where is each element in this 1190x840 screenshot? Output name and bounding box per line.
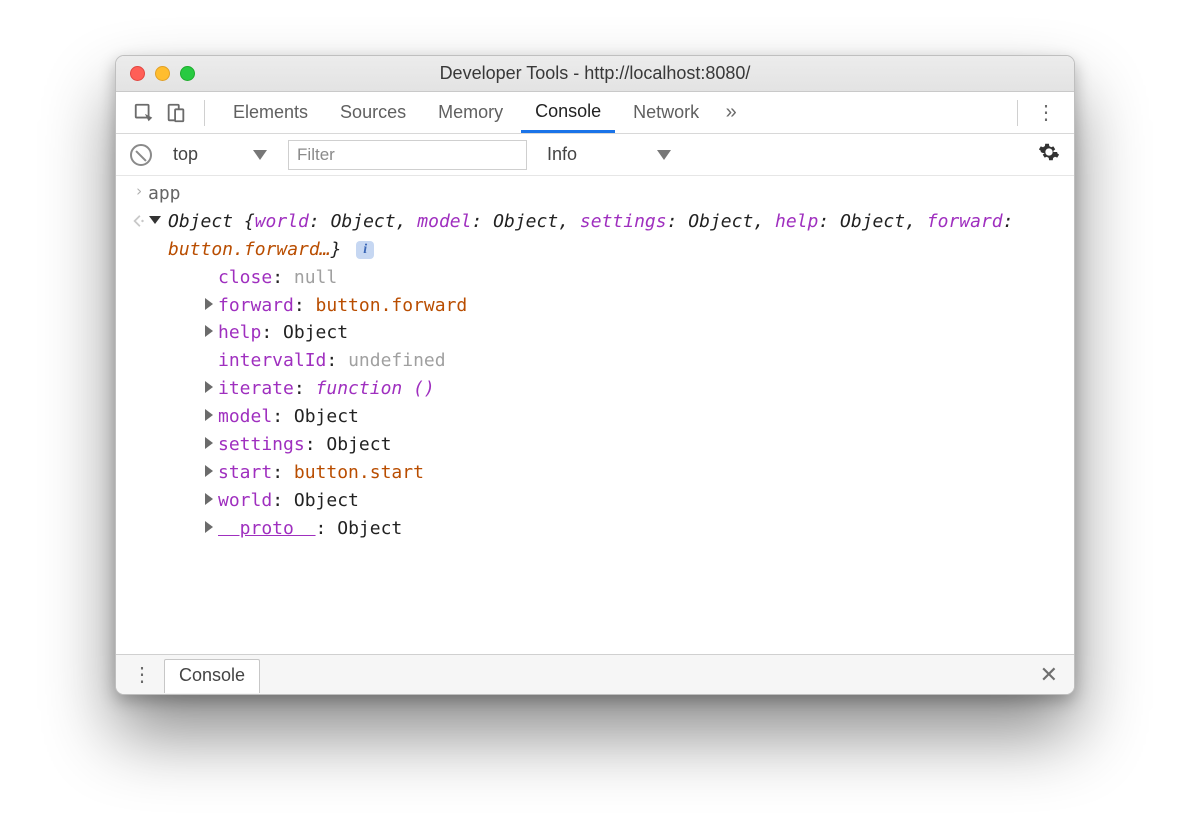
expand-toggle-icon[interactable]: [202, 375, 216, 393]
output-chevron-icon: [130, 208, 148, 235]
tab-sources[interactable]: Sources: [326, 92, 420, 133]
traffic-lights: [116, 66, 195, 81]
object-summary[interactable]: Object {world: Object, model: Object, se…: [168, 208, 1060, 264]
drawer-close-icon[interactable]: ✕: [1034, 662, 1064, 688]
expand-toggle-icon[interactable]: [202, 403, 216, 421]
zoom-window-button[interactable]: [180, 66, 195, 81]
drawer: ⋮ Console ✕: [116, 654, 1074, 694]
divider: [204, 100, 205, 126]
expand-toggle-icon[interactable]: [202, 292, 216, 310]
object-expand-toggle[interactable]: [148, 208, 162, 224]
tab-network[interactable]: Network: [619, 92, 713, 133]
titlebar: Developer Tools - http://localhost:8080/: [116, 56, 1074, 92]
property-text: forward: button.forward: [218, 292, 467, 320]
divider: [1017, 100, 1018, 126]
console-input-row: › app: [116, 180, 1074, 208]
clear-console-icon[interactable]: [130, 144, 152, 166]
expand-toggle-icon[interactable]: [202, 319, 216, 337]
tab-label: Memory: [438, 102, 503, 123]
expand-toggle-icon[interactable]: [202, 515, 216, 533]
property-row[interactable]: forward: button.forward: [196, 292, 1060, 320]
property-text: proto : Object: [218, 515, 402, 543]
tab-label: Network: [633, 102, 699, 123]
property-row[interactable]: close: null: [196, 264, 1060, 292]
tab-label: Console: [535, 101, 601, 122]
property-text: model: Object: [218, 403, 359, 431]
tab-label: Elements: [233, 102, 308, 123]
property-text: iterate: function (): [218, 375, 435, 403]
tab-label: Sources: [340, 102, 406, 123]
info-badge-icon[interactable]: i: [356, 241, 374, 259]
object-property-tree: close: nullforward: button.forwardhelp: …: [148, 264, 1060, 543]
property-text: close: null: [218, 264, 337, 292]
input-chevron-icon: ›: [130, 180, 148, 203]
property-text: help: Object: [218, 319, 348, 347]
summary-text: Object {world: Object, model: Object, se…: [168, 211, 1013, 260]
inspect-element-icon[interactable]: [130, 99, 158, 127]
execution-context-select[interactable]: top: [164, 140, 276, 169]
expand-toggle-icon[interactable]: [202, 459, 216, 477]
console-result-row: Object {world: Object, model: Object, se…: [116, 208, 1074, 543]
drawer-tab-label: Console: [179, 665, 245, 685]
chevron-down-icon: [253, 150, 267, 160]
property-row[interactable]: model: Object: [196, 403, 1060, 431]
property-row[interactable]: iterate: function (): [196, 375, 1060, 403]
expand-toggle-icon[interactable]: [202, 431, 216, 449]
close-window-button[interactable]: [130, 66, 145, 81]
drawer-kebab-icon[interactable]: ⋮: [126, 662, 158, 687]
context-label: top: [173, 144, 198, 165]
minimize-window-button[interactable]: [155, 66, 170, 81]
console-settings-icon[interactable]: [1038, 141, 1060, 169]
property-text: world: Object: [218, 487, 359, 515]
expand-toggle-icon[interactable]: [202, 487, 216, 505]
devtools-window: Developer Tools - http://localhost:8080/…: [115, 55, 1075, 695]
device-toolbar-icon[interactable]: [162, 99, 190, 127]
property-row[interactable]: settings: Object: [196, 431, 1060, 459]
chevron-down-icon: [657, 150, 671, 160]
log-level-select[interactable]: Info: [539, 141, 679, 168]
property-row[interactable]: world: Object: [196, 487, 1060, 515]
level-label: Info: [547, 144, 577, 165]
kebab-menu-icon[interactable]: ⋮: [1032, 100, 1060, 125]
property-text: intervalId: undefined: [218, 347, 446, 375]
drawer-tab-console[interactable]: Console: [164, 659, 260, 693]
property-row[interactable]: start: button.start: [196, 459, 1060, 487]
tab-console[interactable]: Console: [521, 92, 615, 133]
property-row[interactable]: help: Object: [196, 319, 1060, 347]
console-output[interactable]: › app Object {world: Object, model: Obje…: [116, 176, 1074, 654]
property-text: start: button.start: [218, 459, 424, 487]
window-title: Developer Tools - http://localhost:8080/: [116, 63, 1074, 84]
panel-tabbar: Elements Sources Memory Console Network …: [116, 92, 1074, 134]
input-command: app: [148, 180, 1060, 208]
property-row[interactable]: intervalId: undefined: [196, 347, 1060, 375]
console-filterbar: top Info: [116, 134, 1074, 176]
tab-memory[interactable]: Memory: [424, 92, 517, 133]
overflow-tabs-icon[interactable]: »: [717, 99, 745, 127]
property-row[interactable]: proto : Object: [196, 515, 1060, 543]
filter-input[interactable]: [288, 140, 527, 170]
property-text: settings: Object: [218, 431, 391, 459]
tab-elements[interactable]: Elements: [219, 92, 322, 133]
